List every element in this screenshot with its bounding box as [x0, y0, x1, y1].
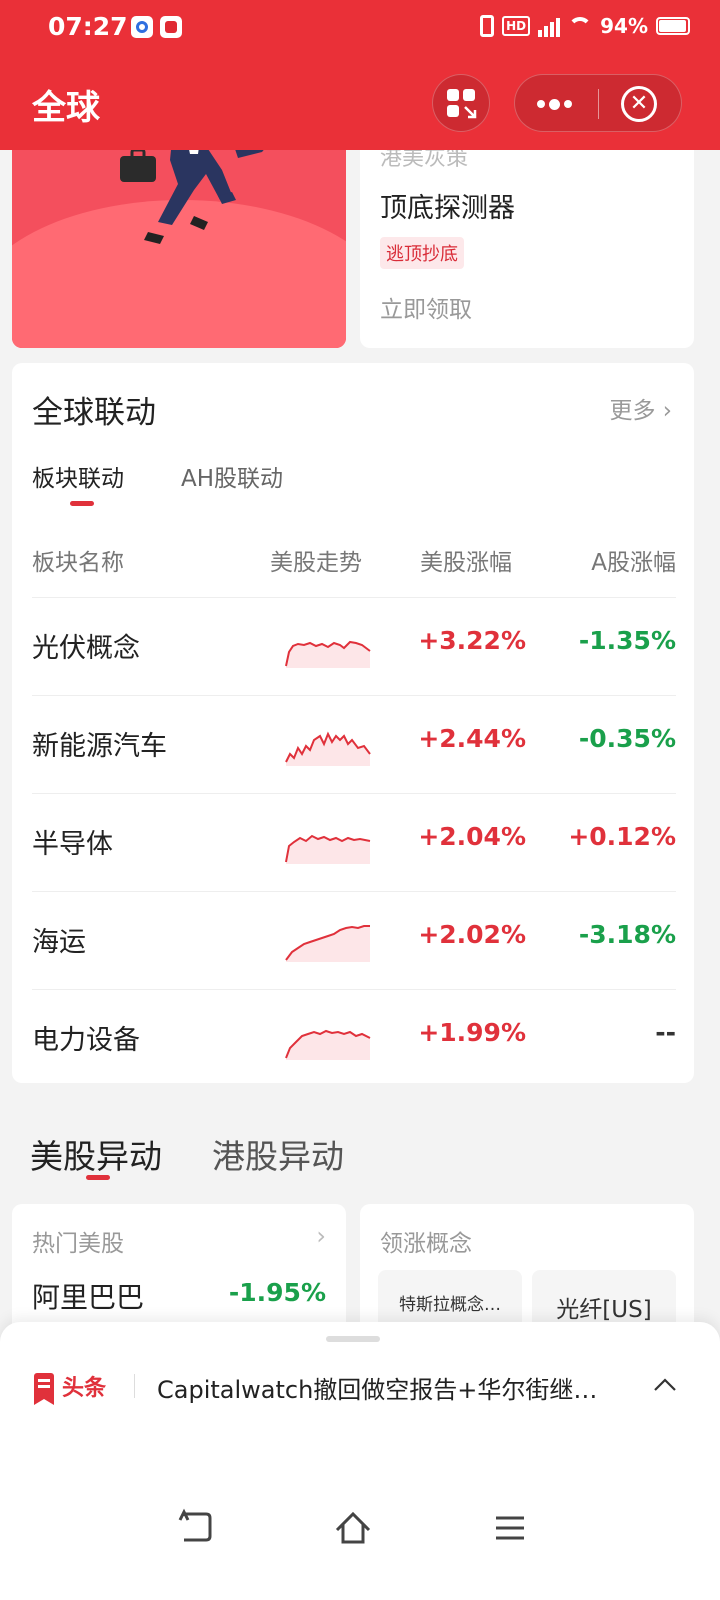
us-trend-sparkline: [285, 731, 371, 766]
more-link[interactable]: 更多 ›: [609, 391, 672, 425]
stock-name[interactable]: 阿里巴巴: [32, 1276, 144, 1316]
home-icon[interactable]: [333, 1508, 373, 1548]
us-trend-sparkline: [285, 1029, 371, 1060]
chevron-right-icon: ›: [662, 398, 672, 424]
menu-icon[interactable]: [490, 1508, 530, 1548]
vibrate-icon: [480, 15, 495, 37]
tab-sector-linkage[interactable]: 板块联动: [32, 459, 124, 493]
battery-percent: 94%: [600, 14, 648, 38]
chevron-up-icon[interactable]: [652, 1372, 678, 1398]
active-tab-indicator: [86, 1175, 110, 1180]
banner-tag: 逃顶抄底: [380, 237, 464, 269]
banner-title: 顶底探测器: [380, 193, 515, 224]
app-header: 07:27 HD 94% 全球 ✕: [0, 0, 720, 150]
baidu-notification-icon: [131, 16, 153, 38]
back-icon[interactable]: [176, 1508, 216, 1548]
tab-us-movers[interactable]: 美股异动: [30, 1130, 162, 1178]
sector-name: 光伏概念: [32, 633, 140, 664]
stock-change: -1.95%: [228, 1278, 326, 1307]
cn-change: --: [655, 1018, 676, 1047]
cn-change: -3.18%: [578, 920, 676, 949]
banner-cta[interactable]: 立即领取: [380, 290, 472, 324]
capsule-divider: [598, 89, 599, 119]
promo-banner-detector[interactable]: 港美灰策 顶底探测器 逃顶抄底 立即领取: [360, 140, 694, 348]
us-change: +1.99%: [418, 1018, 526, 1047]
status-bar: 07:27 HD 94%: [0, 0, 720, 56]
battery-icon: [656, 17, 690, 35]
column-header-us-change: 美股涨幅: [420, 550, 512, 576]
column-header-cn-change: A股涨幅: [591, 550, 676, 576]
hd-icon: HD: [502, 16, 531, 36]
headline-text[interactable]: Capitalwatch撤回做空报告+华尔街继…: [157, 1370, 631, 1405]
apps-grid-icon[interactable]: [432, 74, 490, 132]
us-change: +2.02%: [418, 920, 526, 949]
headline-badge-label: 头条: [62, 1376, 107, 1401]
drag-handle[interactable]: [326, 1336, 380, 1342]
wifi-icon: [568, 17, 593, 35]
chevron-right-icon: ›: [316, 1222, 326, 1250]
page-title: 全球: [32, 88, 100, 128]
headline-badge: 头条: [34, 1370, 107, 1405]
bookmark-icon: [34, 1373, 54, 1405]
app-notification-icon: [160, 16, 182, 38]
sector-row[interactable]: 半导体 +2.04% +0.12%: [32, 793, 676, 891]
tab-ah-linkage[interactable]: AH股联动: [181, 459, 283, 493]
us-change: +2.44%: [418, 724, 526, 753]
more-label: 更多: [609, 398, 656, 424]
running-businessman-illustration: [120, 140, 272, 244]
us-change: +2.04%: [418, 822, 526, 851]
section-title: 全球联动: [32, 395, 156, 431]
sector-name: 新能源汽车: [32, 731, 167, 762]
status-time: 07:27: [48, 12, 128, 41]
sector-name: 电力设备: [32, 1025, 140, 1056]
card-label: 热门美股: [32, 1231, 124, 1257]
sector-row[interactable]: 新能源汽车 +2.44% -0.35%: [32, 695, 676, 793]
column-header-us-trend: 美股走势: [270, 550, 362, 576]
more-dots-icon[interactable]: [537, 75, 579, 133]
global-linkage-card: 全球联动 更多 › 板块联动 AH股联动 板块名称 美股走势 美股涨幅 A股涨幅…: [12, 363, 694, 1083]
system-nav-bar: [0, 1488, 720, 1568]
us-change: +3.22%: [418, 626, 526, 655]
us-trend-sparkline: [285, 640, 371, 668]
active-tab-indicator: [70, 501, 94, 506]
sector-row[interactable]: 电力设备 +1.99% --: [32, 989, 676, 1087]
column-header-sector: 板块名称: [32, 550, 124, 576]
sector-row[interactable]: 海运 +2.02% -3.18%: [32, 891, 676, 989]
headline-divider: [134, 1374, 135, 1398]
cn-change: -0.35%: [578, 724, 676, 753]
close-circle-icon[interactable]: ✕: [621, 86, 657, 122]
mini-program-capsule: ✕: [514, 74, 682, 132]
sector-row[interactable]: 光伏概念 +3.22% -1.35%: [32, 597, 676, 695]
card-label: 领涨概念: [380, 1231, 472, 1257]
tab-hk-movers[interactable]: 港股异动: [212, 1130, 344, 1178]
sector-name: 海运: [32, 927, 86, 958]
cn-change: +0.12%: [568, 822, 676, 851]
signal-icon: [538, 15, 561, 37]
sector-name: 半导体: [32, 829, 113, 860]
cn-change: -1.35%: [578, 626, 676, 655]
promo-banner-image[interactable]: [12, 140, 346, 348]
us-trend-sparkline: [285, 925, 370, 962]
us-trend-sparkline: [285, 834, 371, 864]
